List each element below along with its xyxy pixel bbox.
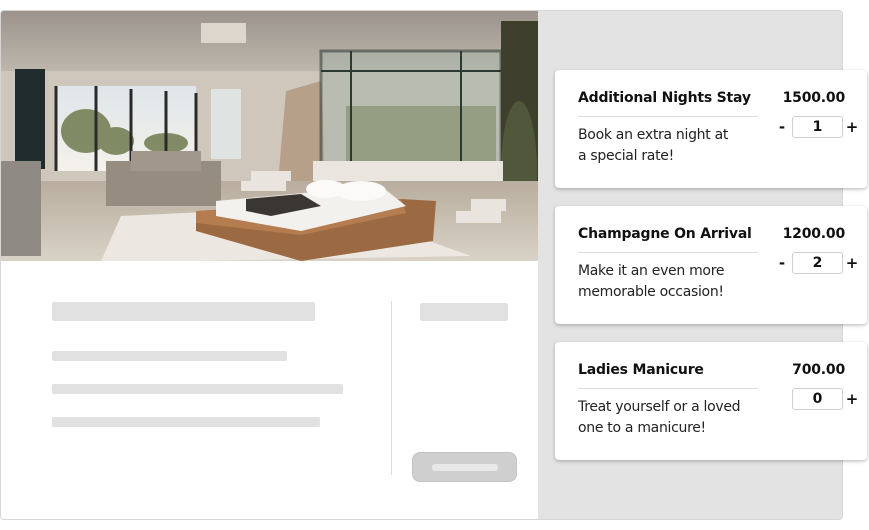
- addon-card-additional-nights: Additional Nights Stay 1500.00 Book an e…: [555, 70, 867, 188]
- addon-description-line: one to a manicure!: [578, 420, 706, 436]
- addon-description-line: Treat yourself or a loved: [578, 399, 741, 415]
- room-photo-illustration: [1, 11, 538, 261]
- addon-description-line: Make it an even more: [578, 263, 725, 279]
- addon-divider: [578, 116, 758, 117]
- increment-button[interactable]: +: [845, 388, 859, 410]
- addon-description: Treat yourself or a loved one to a manic…: [578, 397, 758, 439]
- addon-card-manicure: Ladies Manicure 700.00 Treat yourself or…: [555, 342, 867, 460]
- skeleton-line: [52, 351, 287, 361]
- skeleton-price: [420, 303, 508, 321]
- addon-description-line: memorable occasion!: [578, 284, 724, 300]
- addon-description-line: a special rate!: [578, 148, 674, 164]
- increment-button[interactable]: +: [845, 116, 859, 138]
- addon-title: Additional Nights Stay: [578, 90, 751, 106]
- content-divider: [391, 301, 392, 475]
- skeleton-line: [52, 384, 343, 394]
- addon-price: 700.00: [792, 362, 845, 378]
- increment-button[interactable]: +: [845, 252, 859, 274]
- quantity-input[interactable]: 0: [792, 388, 843, 410]
- addon-description-line: Book an extra night at: [578, 127, 729, 143]
- decrement-button[interactable]: -: [775, 252, 789, 274]
- addon-divider: [578, 388, 758, 389]
- skeleton-button[interactable]: [412, 452, 517, 482]
- addon-description: Make it an even more memorable occasion!: [578, 261, 758, 303]
- addon-price: 1200.00: [782, 226, 846, 242]
- quantity-input[interactable]: 2: [792, 252, 843, 274]
- quantity-input[interactable]: 1: [792, 116, 843, 138]
- decrement-button[interactable]: -: [775, 116, 789, 138]
- skeleton-line: [52, 417, 320, 427]
- skeleton-button-label: [432, 464, 498, 471]
- addon-card-champagne: Champagne On Arrival 1200.00 Make it an …: [555, 206, 867, 324]
- addon-divider: [578, 252, 758, 253]
- skeleton-title: [52, 302, 315, 321]
- room-photo: [1, 11, 538, 261]
- addon-title: Champagne On Arrival: [578, 226, 752, 242]
- addon-price: 1500.00: [782, 90, 846, 106]
- addon-title: Ladies Manicure: [578, 362, 704, 378]
- addon-description: Book an extra night at a special rate!: [578, 125, 758, 167]
